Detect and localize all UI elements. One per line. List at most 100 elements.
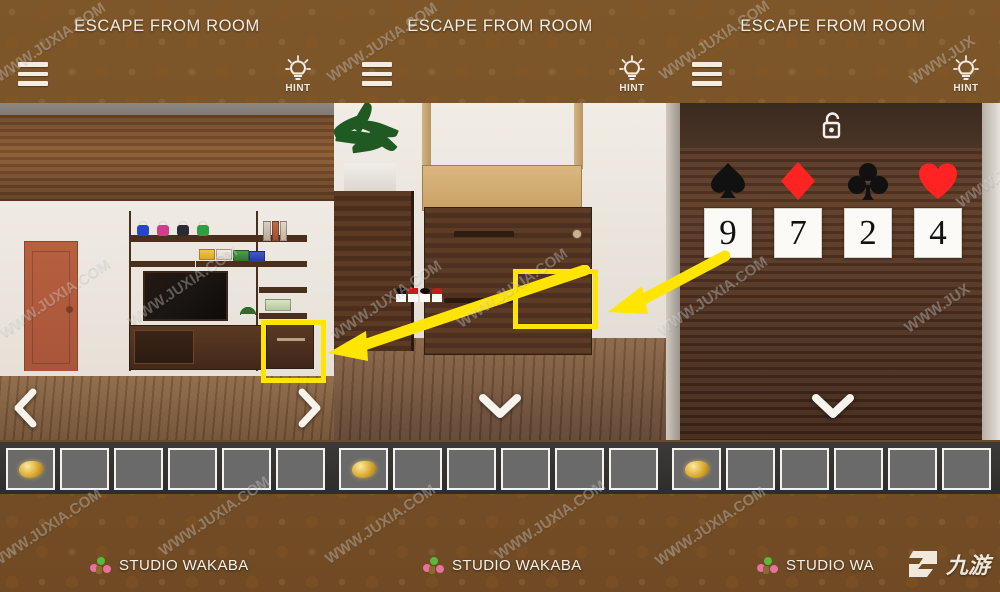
- hint-button-3[interactable]: HINT: [944, 54, 988, 94]
- nav-right-arrow[interactable]: [296, 388, 322, 428]
- footer-studio-3: STUDIO WA: [757, 552, 874, 578]
- inventory-group-3: [672, 448, 991, 490]
- inventory-slot-2-3[interactable]: [447, 448, 496, 490]
- panel-2-title: ESCAPE FROM ROOM: [407, 17, 593, 35]
- panel-1-title: ESCAPE FROM ROOM: [74, 17, 260, 35]
- book-3: [280, 221, 287, 241]
- wall-edge-right: [982, 103, 1000, 440]
- inventory-slot-3-3[interactable]: [780, 448, 829, 490]
- shelf-post-b: [574, 103, 583, 169]
- inventory-slot-1-5[interactable]: [222, 448, 271, 490]
- suit-heart: [914, 158, 962, 204]
- shelf-box-white: [216, 249, 232, 260]
- drawer-handle-upper[interactable]: [454, 231, 514, 237]
- inventory-slot-1-3[interactable]: [114, 448, 163, 490]
- cabinet-glass-door[interactable]: [134, 330, 194, 364]
- scene-living-room[interactable]: [0, 103, 334, 440]
- gold-nugget-icon: [18, 460, 43, 478]
- television[interactable]: [143, 271, 228, 321]
- ceiling: [0, 103, 334, 115]
- suit-spade: [704, 158, 752, 204]
- number-tile-4[interactable]: 4: [914, 208, 962, 258]
- hint-button-1[interactable]: HINT: [276, 54, 320, 94]
- hamburger-menu-icon-2[interactable]: [362, 62, 392, 86]
- toy-figure-blue: [136, 221, 150, 237]
- inventory-slot-3-6[interactable]: [942, 448, 991, 490]
- hint-label-1: HINT: [285, 83, 311, 94]
- shelf-label-box: [265, 299, 291, 311]
- flower-logo-icon-2: [423, 556, 445, 574]
- hint-label-2: HINT: [619, 83, 645, 94]
- inventory-slot-2-2[interactable]: [393, 448, 442, 490]
- hamburger-menu-icon[interactable]: [18, 62, 48, 86]
- cabinet-keyhole-icon[interactable]: [572, 229, 582, 239]
- shelf-8: [259, 313, 307, 319]
- book-1: [263, 221, 271, 241]
- toy-figure-dark: [176, 221, 190, 237]
- number-tile-3[interactable]: 2: [844, 208, 892, 258]
- nav-down-arrow-2[interactable]: [478, 391, 522, 421]
- shelf-4: [129, 261, 195, 267]
- jiuyou-logo[interactable]: 九游: [907, 548, 990, 580]
- inventory-slot-3-2[interactable]: [726, 448, 775, 490]
- lightbulb-hint-icon-3: [953, 55, 979, 80]
- panel-3-title: ESCAPE FROM ROOM: [740, 17, 926, 35]
- inventory-slot-3-4[interactable]: [834, 448, 883, 490]
- panel-1-living-room: ESCAPE FROM ROOM HINT: [0, 0, 334, 592]
- suit-diamond: [774, 158, 822, 204]
- cabinet-top-clutter: [422, 165, 582, 211]
- potted-plant-large: [334, 103, 416, 197]
- studio-name-3: STUDIO WA: [786, 556, 875, 574]
- studio-name-1: STUDIO WAKABA: [119, 556, 249, 574]
- footer-studio-2: STUDIO WAKABA: [423, 552, 582, 578]
- padlock-container[interactable]: [666, 111, 1000, 141]
- annotation-arrow-left: [328, 265, 590, 361]
- wood-floor: [0, 376, 334, 440]
- gold-nugget-icon-3: [684, 460, 709, 478]
- footer-studio-1: STUDIO WAKABA: [90, 552, 249, 578]
- door-knob-icon: [66, 306, 73, 313]
- shelf-7: [259, 287, 307, 293]
- inventory-group-1: [6, 448, 325, 490]
- inventory-bar: [0, 440, 1000, 494]
- jiuyou-mark-icon: [908, 551, 937, 577]
- inventory-slot-2-6[interactable]: [609, 448, 658, 490]
- toy-figure-pink: [156, 221, 170, 237]
- potted-plant-small: [238, 306, 258, 322]
- inventory-slot-3-1[interactable]: [672, 448, 721, 490]
- shelf-box-blue: [249, 251, 265, 262]
- shelf-plant-green: [233, 250, 249, 261]
- inventory-slot-2-5[interactable]: [555, 448, 604, 490]
- inventory-slot-1-4[interactable]: [168, 448, 217, 490]
- hamburger-menu-icon-3[interactable]: [692, 62, 722, 86]
- toy-figure-green: [196, 221, 210, 237]
- hint-label-3: HINT: [953, 83, 979, 94]
- annotation-arrow-right: [608, 250, 730, 314]
- lightbulb-hint-icon: [285, 55, 311, 80]
- shelf-post-a: [422, 103, 431, 169]
- nav-down-arrow-3[interactable]: [811, 391, 855, 421]
- studio-name-2: STUDIO WAKABA: [452, 556, 582, 574]
- wood-beam-wall: [0, 115, 334, 201]
- lightbulb-hint-icon-2: [619, 55, 645, 80]
- inventory-slot-3-5[interactable]: [888, 448, 937, 490]
- flower-logo-icon: [90, 556, 112, 574]
- inventory-group-2: [339, 448, 658, 490]
- nav-left-arrow[interactable]: [12, 388, 38, 428]
- shelf-box-yellow: [199, 249, 215, 260]
- inventory-slot-1-1[interactable]: [6, 448, 55, 490]
- inventory-slot-2-4[interactable]: [501, 448, 550, 490]
- number-tile-2[interactable]: 7: [774, 208, 822, 258]
- book-2: [272, 221, 279, 241]
- shelf-6: [259, 261, 307, 267]
- gold-nugget-icon-2: [351, 460, 376, 478]
- inventory-slot-1-2[interactable]: [60, 448, 109, 490]
- inventory-slot-2-1[interactable]: [339, 448, 388, 490]
- jiuyou-text: 九游: [945, 554, 990, 579]
- open-padlock-icon: [822, 112, 841, 139]
- hint-button-2[interactable]: HINT: [610, 54, 654, 94]
- inventory-slot-1-6[interactable]: [276, 448, 325, 490]
- suit-symbols-row: [666, 158, 1000, 204]
- suit-club: [844, 158, 892, 204]
- flower-logo-icon-3: [757, 556, 779, 574]
